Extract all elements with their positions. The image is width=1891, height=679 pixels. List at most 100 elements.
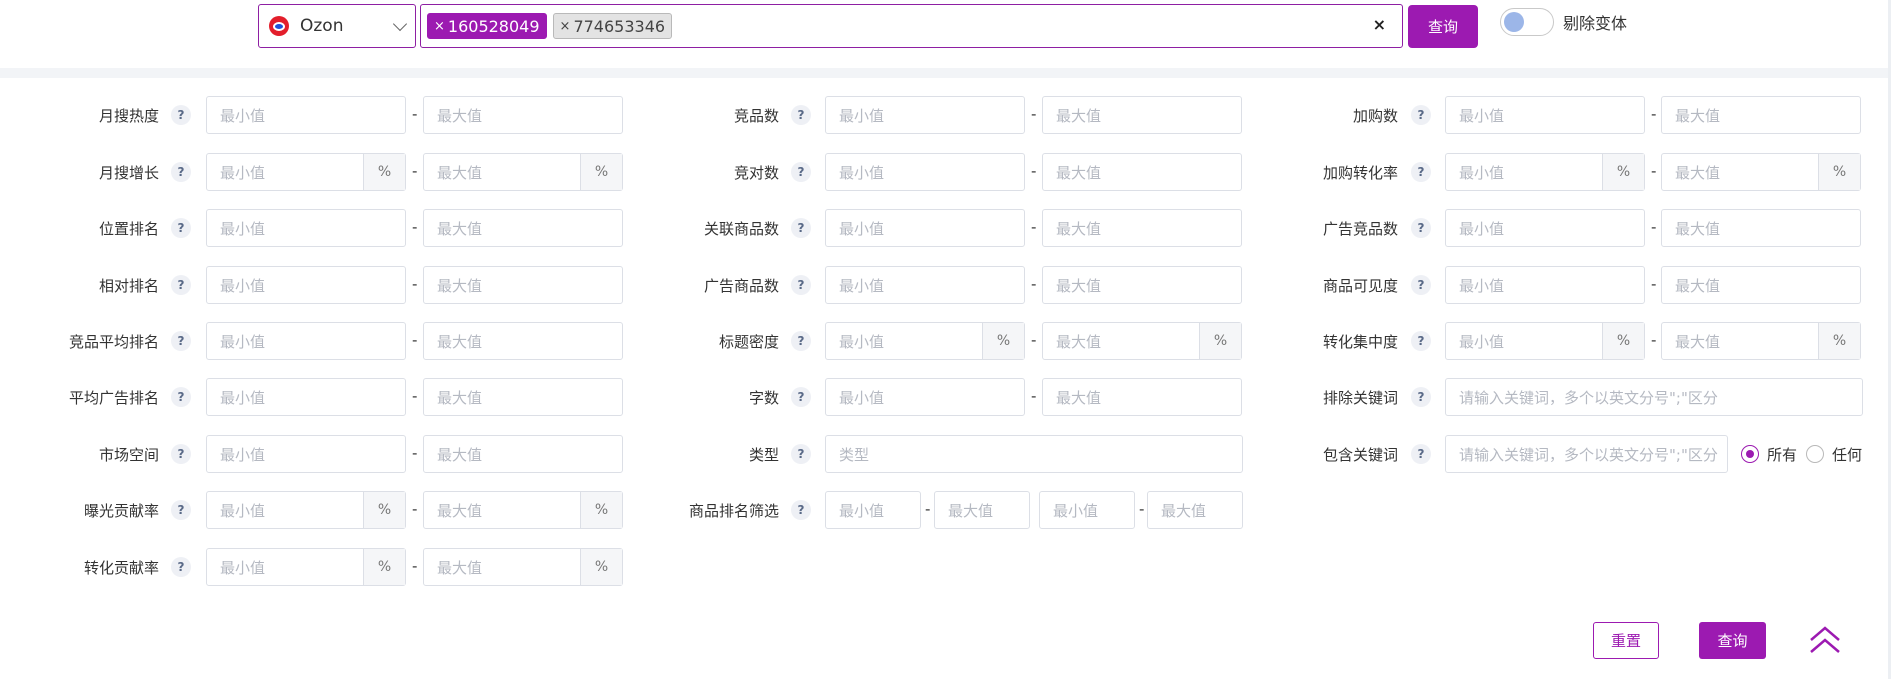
min-input[interactable]: 最小值 [1445,266,1645,304]
include-keyword-input[interactable]: 请输入关键词，多个以英文分号";"区分 [1445,435,1728,473]
min-input[interactable]: 最小值 [206,322,406,360]
max-input[interactable]: 最大值 [1042,153,1242,191]
help-icon[interactable]: ? [1411,105,1431,125]
search-query-button[interactable]: 查询 [1408,5,1478,48]
range-dash: - [1651,162,1657,180]
help-icon[interactable]: ? [171,557,191,577]
min-input[interactable]: 最小值% [206,491,406,529]
clear-all-icon[interactable]: × [1373,15,1386,34]
help-icon[interactable]: ? [171,105,191,125]
rank-max-input[interactable]: 最大值 [934,491,1030,529]
min-input[interactable]: 最小值 [825,266,1025,304]
max-input[interactable]: 最大值 [1042,209,1242,247]
placeholder-text: 最大值 [1056,332,1102,351]
min-input[interactable]: 最小值% [1445,322,1645,360]
max-input[interactable]: 最大值% [1661,322,1861,360]
range-dash: - [1031,162,1037,180]
help-icon[interactable]: ? [791,387,811,407]
max-input[interactable]: 最大值 [423,209,623,247]
placeholder-text: 最大值 [1056,106,1102,125]
radio-all[interactable] [1741,445,1759,463]
filter-label: 竞品平均排名 [68,333,159,351]
help-icon[interactable]: ? [791,500,811,520]
help-icon[interactable]: ? [1411,331,1431,351]
help-icon[interactable]: ? [791,218,811,238]
double-chevron-up-icon[interactable] [1808,624,1842,656]
rank2-min-input[interactable]: 最小值 [1039,491,1135,529]
max-input[interactable]: 最大值 [1661,209,1861,247]
max-input[interactable]: 最大值 [1661,266,1861,304]
toggle-knob [1504,12,1524,32]
exclude-keyword-input[interactable]: 请输入关键词，多个以英文分号";"区分 [1445,378,1863,416]
help-icon[interactable]: ? [1411,162,1431,182]
filter-label: 广告竞品数 [1322,220,1398,238]
min-input[interactable]: 最小值 [206,378,406,416]
placeholder-text: 最小值 [839,276,885,295]
min-input[interactable]: 最小值% [1445,153,1645,191]
remove-variants-toggle[interactable] [1500,8,1554,36]
filter-label: 月搜增长 [98,164,159,182]
max-input[interactable]: 最大值 [423,435,623,473]
help-icon[interactable]: ? [171,500,191,520]
range-dash: - [1651,105,1657,123]
max-input[interactable]: 最大值 [423,322,623,360]
query-button[interactable]: 查询 [1699,622,1766,659]
keyword-tag-input[interactable]: × 160528049 × 774653346 × [420,4,1403,48]
tag-text: 160528049 [447,16,540,36]
max-input[interactable]: 最大值 [1042,266,1242,304]
filter-label: 竞品数 [733,107,779,125]
max-input[interactable]: 最大值 [423,266,623,304]
max-input[interactable]: 最大值 [1042,378,1242,416]
help-icon[interactable]: ? [791,162,811,182]
max-input[interactable]: 最大值 [1042,96,1242,134]
rank-min-input[interactable]: 最小值 [825,491,921,529]
help-icon[interactable]: ? [791,444,811,464]
max-input[interactable]: 最大值% [423,548,623,586]
help-icon[interactable]: ? [171,387,191,407]
range-dash: - [1651,275,1657,293]
max-input[interactable]: 最大值% [1661,153,1861,191]
min-input[interactable]: 最小值 [1445,96,1645,134]
help-icon[interactable]: ? [1411,218,1431,238]
help-icon[interactable]: ? [171,331,191,351]
filter-label: 商品可见度 [1322,277,1398,295]
min-input[interactable]: 最小值 [825,378,1025,416]
min-input[interactable]: 最小值% [206,548,406,586]
max-input[interactable]: 最大值% [423,153,623,191]
max-input[interactable]: 最大值 [423,96,623,134]
rank2-max-input[interactable]: 最大值 [1147,491,1243,529]
help-icon[interactable]: ? [1411,387,1431,407]
tag-item[interactable]: × 774653346 [552,13,673,39]
help-icon[interactable]: ? [171,444,191,464]
max-input[interactable]: 最大值 [1661,96,1861,134]
max-input[interactable]: 最大值% [1042,322,1242,360]
min-input[interactable]: 最小值 [825,96,1025,134]
close-icon[interactable]: × [434,19,445,34]
tag-item[interactable]: × 160528049 [427,13,547,39]
type-input[interactable]: 类型 [825,435,1243,473]
help-icon[interactable]: ? [791,105,811,125]
reset-button[interactable]: 重置 [1593,622,1659,659]
help-icon[interactable]: ? [791,275,811,295]
min-input[interactable]: 最小值 [825,209,1025,247]
help-icon[interactable]: ? [1411,275,1431,295]
max-input[interactable]: 最大值 [423,378,623,416]
radio-any[interactable] [1806,445,1824,463]
close-icon[interactable]: × [560,19,571,34]
platform-select[interactable]: Ozon [258,4,416,48]
min-input[interactable]: 最小值% [206,153,406,191]
max-input[interactable]: 最大值% [423,491,623,529]
range-dash: - [412,331,418,349]
min-input[interactable]: 最小值% [825,322,1025,360]
min-input[interactable]: 最小值 [206,266,406,304]
min-input[interactable]: 最小值 [206,209,406,247]
min-input[interactable]: 最小值 [825,153,1025,191]
help-icon[interactable]: ? [171,162,191,182]
help-icon[interactable]: ? [791,331,811,351]
min-input[interactable]: 最小值 [206,96,406,134]
min-input[interactable]: 最小值 [1445,209,1645,247]
min-input[interactable]: 最小值 [206,435,406,473]
help-icon[interactable]: ? [171,218,191,238]
help-icon[interactable]: ? [171,275,191,295]
help-icon[interactable]: ? [1411,444,1431,464]
